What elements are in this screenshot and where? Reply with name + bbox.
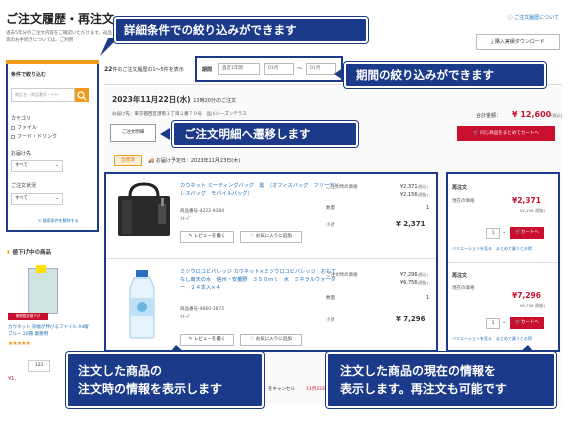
callout-ordered-items: 注文した商品の 注文時の情報を表示します	[65, 351, 265, 409]
callout-filter: 詳細条件での絞り込みができます	[113, 16, 369, 44]
callout-reorder: 注文した商品の現在の情報を 表示します。再注文も可能です	[325, 351, 557, 409]
callout-detail: ご注文明細へ遷移します	[171, 120, 359, 148]
callout-period: 期間の絞り込みができます	[343, 61, 547, 89]
